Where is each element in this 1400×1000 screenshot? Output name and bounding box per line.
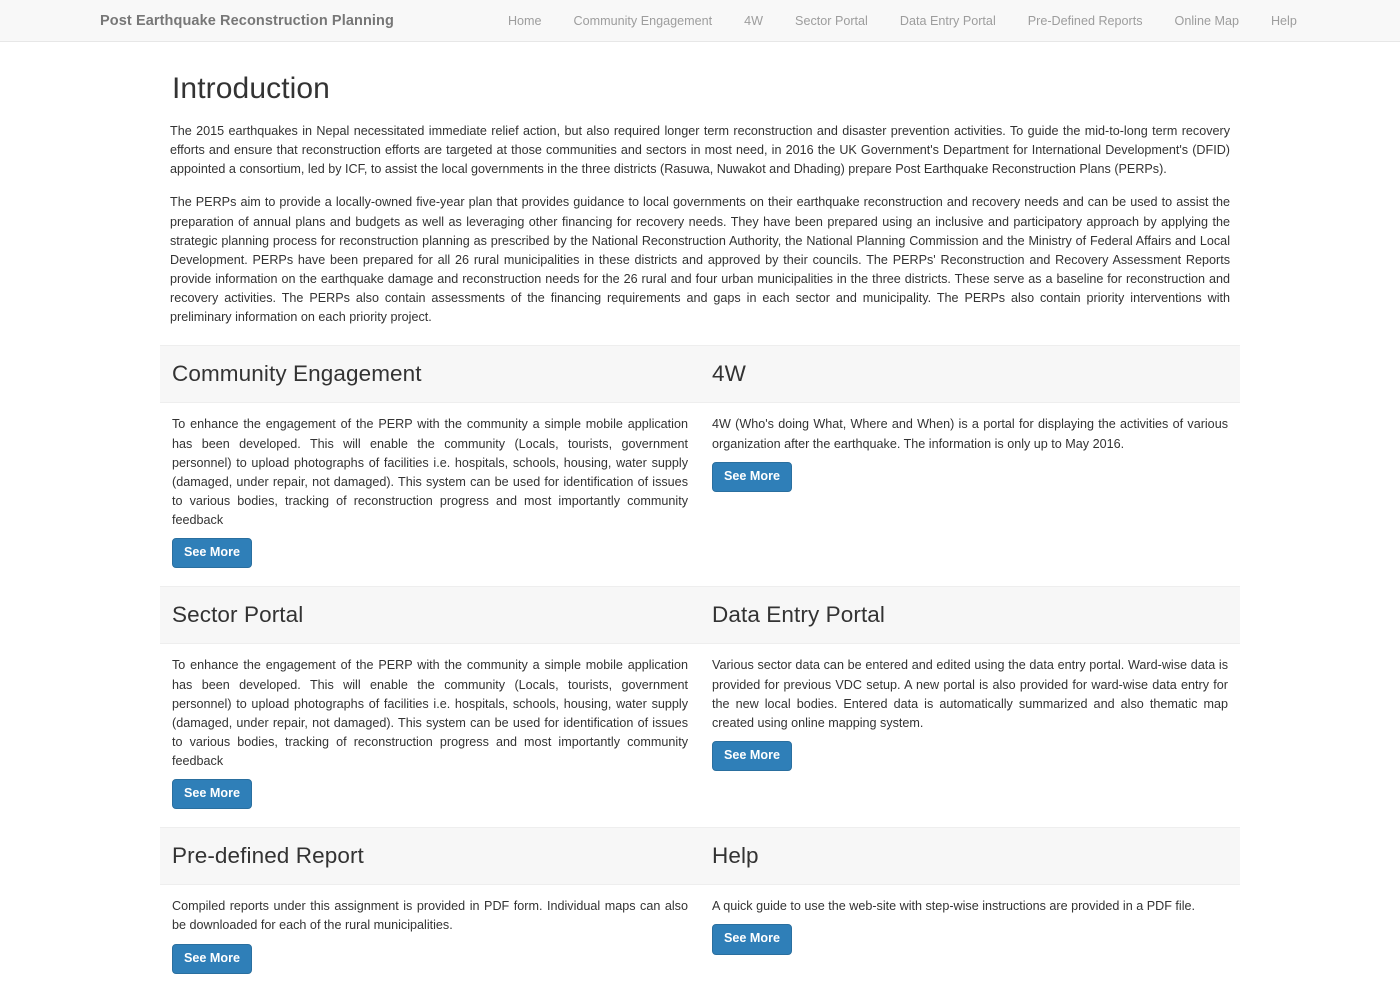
panel-description: 4W (Who's doing What, Where and When) is… [712,417,1228,451]
panel-description: Compiled reports under this assignment i… [172,899,688,933]
panel-description: To enhance the engagement of the PERP wi… [172,417,688,528]
see-more-button-sector-portal[interactable]: See More [172,779,252,810]
see-more-button-4w[interactable]: See More [712,461,792,492]
panel-header-4w: 4W [700,361,1240,387]
page-title: Introduction [172,72,330,105]
see-more-button-community-engagement[interactable]: See More [172,538,252,569]
site-brand[interactable]: Post Earthquake Reconstruction Planning [100,13,394,29]
panel-header-help: Help [700,843,1240,869]
panel-title: Help [712,843,759,869]
panel-body-4w: 4W (Who's doing What, Where and When) is… [700,415,1240,568]
panel-body-sector-portal: To enhance the engagement of the PERP wi… [160,656,700,810]
nav-link-data-entry-portal[interactable]: Data Entry Portal [884,14,1012,28]
panel-description: To enhance the engagement of the PERP wi… [172,658,688,769]
nav-link-4w[interactable]: 4W [728,14,779,28]
navbar-inner: Post Earthquake Reconstruction Planning … [80,13,1320,29]
panel-row-2-header: Sector Portal Data Entry Portal [160,586,1240,645]
panel-body-data-entry-portal: Various sector data can be entered and e… [700,656,1240,809]
panel-header-data-entry-portal: Data Entry Portal [700,602,1240,628]
main-navbar: Post Earthquake Reconstruction Planning … [0,0,1400,42]
panel-row-2: Sector Portal Data Entry Portal To enhan… [150,586,1250,810]
see-more-button-help[interactable]: See More [712,924,792,955]
panel-row-2-body: To enhance the engagement of the PERP wi… [160,644,1240,810]
nav-link-community-engagement[interactable]: Community Engagement [558,14,729,28]
nav-link-pre-defined-reports[interactable]: Pre-Defined Reports [1012,14,1159,28]
panel-row-1-body: To enhance the engagement of the PERP wi… [160,403,1240,569]
nav-link-home[interactable]: Home [492,14,558,28]
panel-title: Pre-defined Report [172,843,364,869]
panel-row-1: Community Engagement 4W To enhance the e… [150,345,1250,569]
see-more-button-pre-defined-report[interactable]: See More [172,943,252,974]
navbar-links: Home Community Engagement 4W Sector Port… [492,14,1313,28]
nav-link-help[interactable]: Help [1255,14,1313,28]
panel-title: Data Entry Portal [712,602,886,628]
see-more-button-data-entry-portal[interactable]: See More [712,740,792,772]
panel-title: Community Engagement [172,361,422,387]
panel-header-pre-defined-report: Pre-defined Report [160,843,700,869]
panel-body-community-engagement: To enhance the engagement of the PERP wi… [160,415,700,569]
panel-description: Various sector data can be entered and e… [712,658,1228,730]
intro-paragraph-2: The PERPs aim to provide a locally-owned… [170,195,1230,325]
panel-row-3-body: Compiled reports under this assignment i… [160,885,1240,974]
main-content: Introduction The 2015 earthquakes in Nep… [0,72,1400,1000]
intro-section: Introduction The 2015 earthquakes in Nep… [150,72,1250,327]
panel-title: 4W [712,361,746,387]
intro-paragraph-1: The 2015 earthquakes in Nepal necessitat… [170,124,1230,177]
panel-title: Sector Portal [172,602,304,628]
panel-body-pre-defined-report: Compiled reports under this assignment i… [160,897,700,974]
nav-link-sector-portal[interactable]: Sector Portal [779,14,884,28]
panel-description: A quick guide to use the web-site with s… [712,899,1195,914]
panel-row-3: Pre-defined Report Help Compiled reports… [150,827,1250,974]
panel-row-3-header: Pre-defined Report Help [160,827,1240,886]
panel-header-community-engagement: Community Engagement [160,361,700,387]
panel-header-sector-portal: Sector Portal [160,602,700,628]
nav-link-online-map[interactable]: Online Map [1159,14,1255,28]
panel-row-1-header: Community Engagement 4W [160,345,1240,404]
panel-body-help: A quick guide to use the web-site with s… [700,897,1240,973]
